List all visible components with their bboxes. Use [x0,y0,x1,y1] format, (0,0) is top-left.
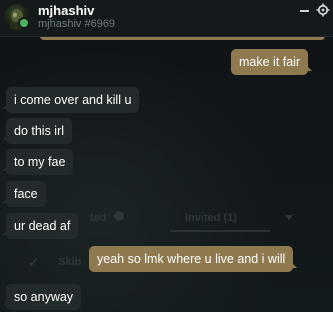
message-outgoing[interactable]: yeah so lmk where u live and i will [89,246,298,272]
user-tag: mjhashiv #6969 [38,18,116,30]
gear-icon[interactable] [316,2,330,17]
chat-header: mjhashiv mjhashiv #6969 [0,0,333,37]
message-incoming[interactable]: face [2,181,46,207]
ghost-tab-right: Invited (1) [185,212,237,224]
check-icon: ✓ [28,255,39,270]
message-incoming[interactable]: ur dead af [1,213,79,239]
ghost-row-text: Skib [58,256,82,268]
username[interactable]: mjhashiv [38,3,94,18]
online-status-icon [18,17,30,29]
message-incoming[interactable]: to my fae [1,149,74,175]
message-incoming[interactable]: so anyway [1,284,82,310]
ghost-tab-left: ted [90,212,107,224]
chevron-down-icon [285,215,293,220]
message-incoming[interactable]: do this irl [1,118,73,144]
minimize-icon[interactable] [298,3,312,17]
ghost-tab-underline [170,230,270,232]
info-icon [114,211,124,221]
message-incoming[interactable]: i come over and kill u [1,87,140,113]
message-outgoing[interactable]: make it fair [231,49,313,75]
